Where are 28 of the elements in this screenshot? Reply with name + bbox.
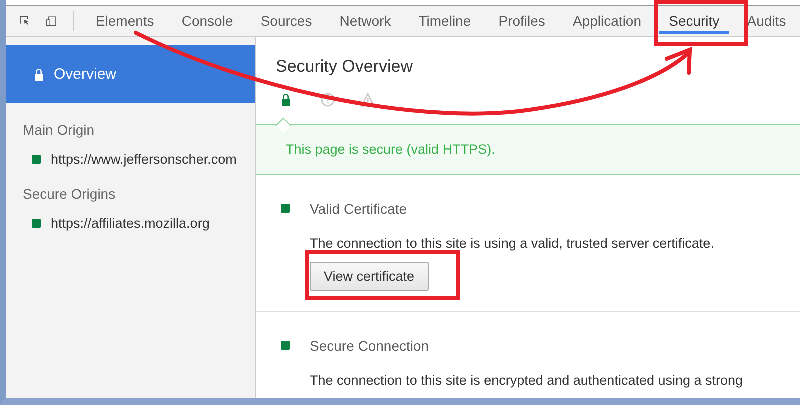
- warning-icon[interactable]: [361, 93, 375, 107]
- secure-banner: This page is secure (valid HTTPS).: [256, 124, 800, 175]
- section-description: The connection to this site is encrypted and authenticated using a strong: [310, 372, 744, 390]
- panel-tab[interactable]: Profiles: [484, 6, 560, 36]
- panel-tab[interactable]: Network: [326, 6, 405, 36]
- group-heading: Main Origin: [22, 121, 96, 138]
- panel-tab[interactable]: Timeline: [404, 6, 485, 36]
- panel-tab[interactable]: Security: [655, 6, 734, 36]
- view-certificate-button[interactable]: View certificate: [310, 262, 429, 291]
- info-icon[interactable]: [321, 93, 335, 107]
- group-heading: Secure Origins: [22, 185, 117, 202]
- panel-tab[interactable]: Console: [168, 6, 248, 36]
- panel-title: Security Overview: [275, 56, 414, 77]
- secure-square-icon: [281, 341, 290, 350]
- section-description: The connection to this site is using a valid, trusted server certificate.: [310, 235, 716, 253]
- origin-item[interactable]: https://www.jeffersonscher.com: [6, 138, 255, 167]
- section-title: Secure Connection: [310, 338, 430, 354]
- secure-square-icon: [32, 155, 41, 164]
- secure-square-icon: [32, 219, 41, 228]
- sidebar-item[interactable]: Overview: [6, 45, 255, 103]
- origin-item[interactable]: https://affiliates.mozilla.org: [6, 202, 255, 231]
- panel-tab[interactable]: Application: [559, 6, 656, 36]
- panel-tab[interactable]: Elements: [82, 6, 168, 36]
- panel-tab[interactable]: Audits: [733, 6, 800, 36]
- lock-icon: [34, 68, 44, 80]
- section-title: Valid Certificate: [310, 201, 408, 217]
- panel-tab[interactable]: Sources: [247, 6, 326, 36]
- secure-square-icon: [281, 204, 290, 213]
